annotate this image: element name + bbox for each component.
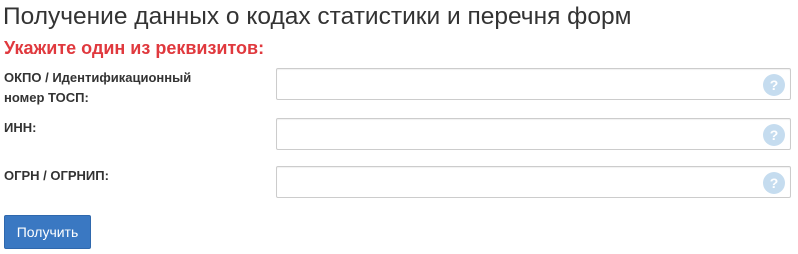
statistics-codes-form: Получение данных о кодах статистики и пе… [0, 0, 798, 254]
okpo-label-line2: номер ТОСП: [4, 90, 89, 105]
inn-field-label: ИНН: [4, 118, 234, 138]
ogrn-field-wrapper: ? [276, 166, 791, 198]
page-title: Получение данных о кодах статистики и пе… [3, 3, 632, 30]
okpo-field-label: ОКПО / Идентификационный номер ТОСП: [4, 68, 234, 108]
question-icon[interactable]: ? [763, 74, 785, 96]
inn-label-line1: ИНН: [4, 120, 37, 135]
ogrn-input[interactable] [277, 167, 757, 197]
inn-field-wrapper: ? [276, 118, 791, 150]
okpo-input[interactable] [277, 69, 757, 99]
required-fields-hint: Укажите один из реквизитов: [4, 38, 265, 58]
question-icon[interactable]: ? [763, 172, 785, 194]
question-icon[interactable]: ? [763, 124, 785, 146]
okpo-field-wrapper: ? [276, 68, 791, 100]
inn-input[interactable] [277, 119, 757, 149]
okpo-label-line1: ОКПО / Идентификационный [4, 70, 192, 85]
ogrn-field-label: ОГРН / ОГРНИП: [4, 166, 234, 186]
get-data-button[interactable]: Получить [4, 215, 91, 249]
ogrn-label-line1: ОГРН / ОГРНИП: [4, 168, 109, 183]
